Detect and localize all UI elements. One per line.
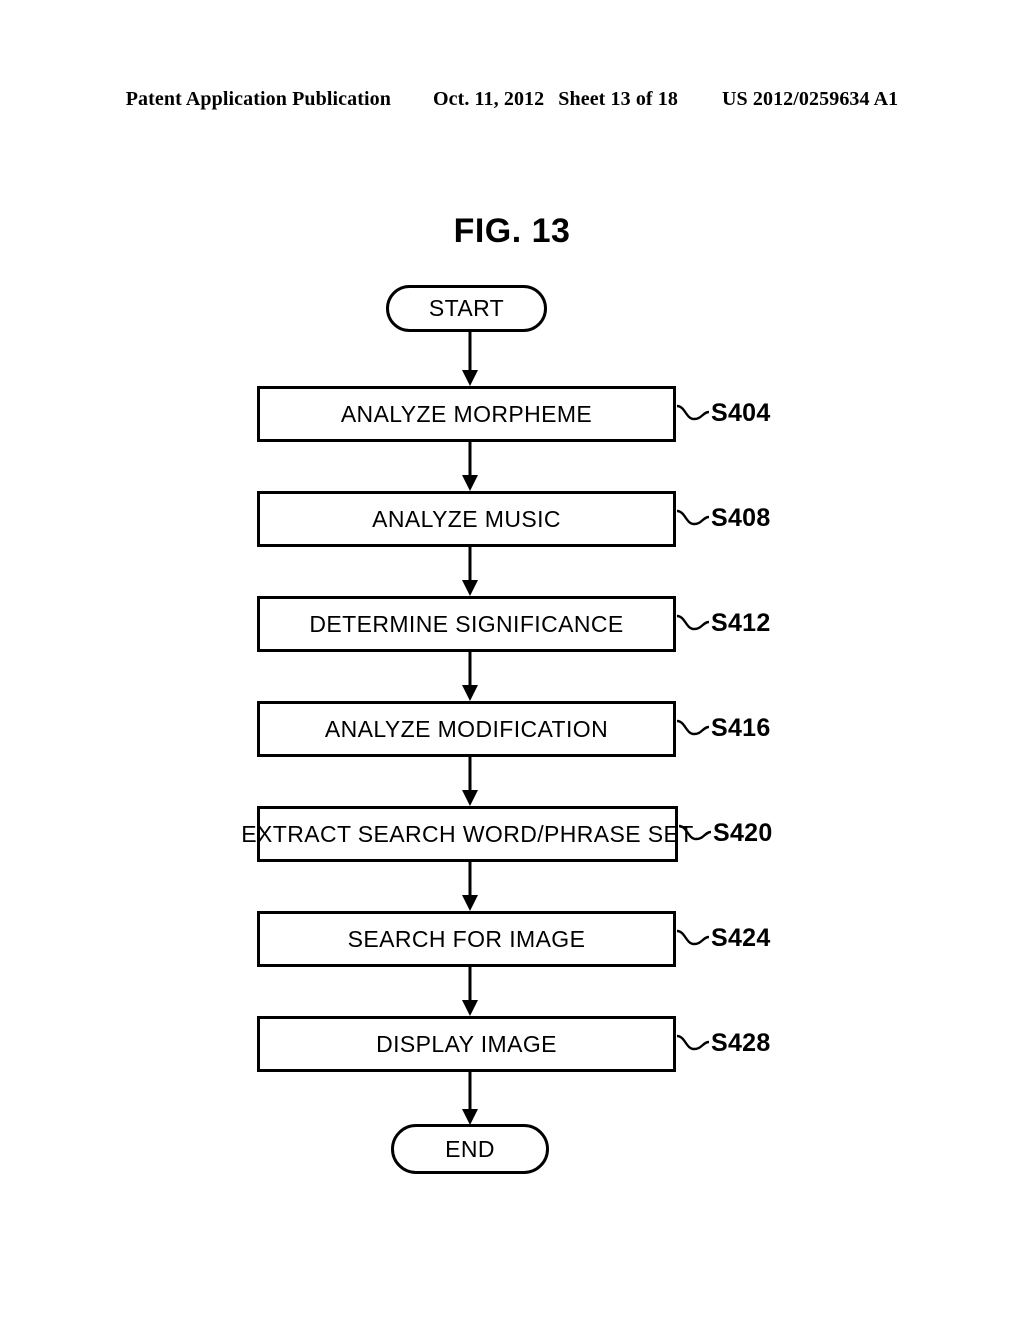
flow-node-step-6-label: SEARCH FOR IMAGE	[347, 925, 586, 952]
flow-node-step-7: DISPLAY IMAGE	[257, 1016, 676, 1072]
flowchart-diagram: START ANALYZE MORPHEME S404 ANALYZE MUSI…	[0, 0, 1024, 1320]
flow-node-step-4: ANALYZE MODIFICATION	[257, 701, 676, 757]
flow-connector-step-7-to-end	[462, 1071, 478, 1125]
flow-step-4-ref: S416	[711, 714, 771, 742]
flow-connector-start-to-step-1	[462, 330, 478, 386]
flow-step-6-ref: S424	[711, 924, 771, 952]
flow-step-1-ref: S404	[711, 399, 771, 427]
flow-node-end-label: END	[445, 1135, 495, 1162]
flow-step-5-leader-line	[678, 824, 712, 841]
flow-node-step-6: SEARCH FOR IMAGE	[257, 911, 676, 967]
flow-step-7-leader-line	[676, 1034, 710, 1051]
flow-connector-step-2-to-step-3	[462, 546, 478, 596]
flow-node-step-4-label: ANALYZE MODIFICATION	[324, 715, 609, 742]
flow-connector-step-4-to-step-5	[462, 756, 478, 806]
flow-step-3-leader-line	[676, 614, 710, 631]
flow-step-4-leader-line	[676, 719, 710, 736]
flow-step-2-leader-line	[676, 509, 710, 526]
flow-connector-step-1-to-step-2	[462, 441, 478, 491]
flow-node-step-7-label: DISPLAY IMAGE	[376, 1030, 557, 1057]
flow-step-5-ref: S420	[713, 819, 773, 847]
flow-node-step-2-label: ANALYZE MUSIC	[372, 505, 561, 532]
flow-node-step-5: EXTRACT SEARCH WORD/PHRASE SET	[241, 806, 693, 862]
flow-step-1-leader-line	[676, 404, 710, 421]
flow-connector-step-5-to-step-6	[462, 861, 478, 911]
flow-node-step-2: ANALYZE MUSIC	[257, 491, 676, 547]
flow-node-start-label: START	[428, 295, 505, 321]
flow-connector-step-6-to-step-7	[462, 966, 478, 1016]
flow-node-start: START	[386, 285, 547, 332]
flow-step-7-ref: S428	[711, 1029, 771, 1057]
flow-node-end: END	[391, 1124, 549, 1174]
flow-connector-step-3-to-step-4	[462, 651, 478, 701]
flow-step-3-ref: S412	[711, 609, 771, 637]
flow-node-step-1: ANALYZE MORPHEME	[257, 386, 676, 442]
flow-node-step-5-label: EXTRACT SEARCH WORD/PHRASE SET	[241, 820, 694, 847]
flow-step-2-ref: S408	[711, 504, 771, 532]
flow-step-6-leader-line	[676, 929, 710, 946]
flow-node-step-3: DETERMINE SIGNIFICANCE	[257, 596, 676, 652]
flow-node-step-1-label: ANALYZE MORPHEME	[340, 400, 593, 427]
flow-node-step-3-label: DETERMINE SIGNIFICANCE	[309, 610, 624, 637]
